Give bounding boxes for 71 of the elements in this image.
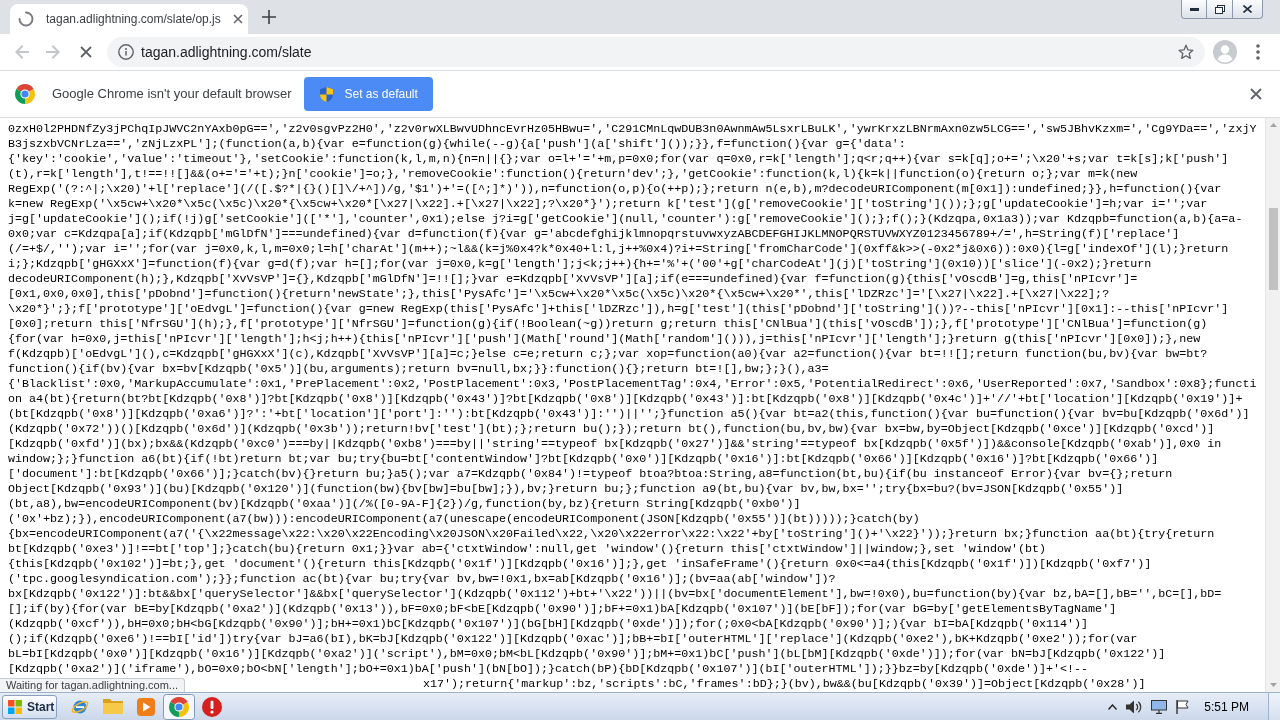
code-line: ();if(Kdzqpb('0xe6')!==bI['id'])try{var bJ=a6(bI),bK=bJ[Kdzqpb('0x122')][Kdzqpb('0xac')];bB+=bI['outerHTML']['replace'](Kdzqpb('0xe2'),bK+Kdzqpb('0xe2'));for(var	[8, 632, 1138, 647]
code-line: ('0x'+bz);}),encodeURIComponent(a7(bw))):encodeURIComponent(a7(unescape(encodeURIComponent(JSON[Kdzqpb('0x55')](bt)))));}catch(by)	[8, 512, 920, 527]
alert-icon[interactable]	[202, 696, 222, 717]
monitor-icon[interactable]	[1151, 699, 1168, 714]
code-line: on a4(bt){return(bt?bt[Kdzqpb('0x8')]?bt[Kdzqpb('0x8')][Kdzqpb('0x43')]?bt[Kdzqpb('0x8')][Kdzqpb('0x43')]:bt[Kdzqpb('0x8')][Kdzqpb('0x4c')]+'//'+bt['location'][Kdzqpb('0x19')]+	[8, 392, 1243, 407]
close-icon[interactable]	[1250, 88, 1262, 100]
code-line: 0zxH0l2PHDNfZy3jPChqIpJWVC2nYAxb0pG==','z2v0sgvPz2H0','z2v0rwXLBwvUDhncEvrHz05HBwu=','C291CMnLqwDUB3n0AwnmAw5LsxrLBuLK','ywrKrxzLBNrmAxn0zw5LCG==','sw5JBhvKzxm=','Cg9YDa==','zxjY	[8, 122, 1257, 137]
code-line: bL=bI[Kdzqpb('0x0')][Kdzqpb('0x16')][Kdzqpb('0xa2')]('script'),bM=0x0;bM<bL[Kdzqpb('0x90')];bM+=0x1)bC['push'](bL[bM][Kdzqpb('0xde')]);for(var bN=bJ[Kdzqpb('0x122')]	[8, 647, 1166, 662]
url-text: tagan.adlightning.com/slate	[141, 42, 312, 62]
code-line: [Kdzqpb('0xfd')](bx);bx&&(Kdzqpb('0xc0')===by||Kdzqpb('0xb8')===by||'string'==typeof bx[Kdzqpb('0x27')]&&'string'==typeof bx[Kdzqpb('0x5f')])&&console[Kdzqpb('0xab')],0x0 in	[8, 437, 1222, 452]
code-line: (bt,a8),bw=encodeURIComponent(bv)[Kdzqpb('0xaa')](/%([0-9A-F]{2})/g,function(by,bz){return String[Kdzqpb('0xb0')]	[8, 497, 801, 512]
code-line: {this[Kdzqpb('0x102')]=bt;},get 'document'(){return this[Kdzqpb('0x1f')][Kdzqpb('0x16')];},get 'inSafeFrame'(){return 0x0<=a4(this[Kdzqpb('0x1f')])[Kdzqpb('0xf7')]	[8, 557, 1152, 572]
info-icon[interactable]	[118, 44, 134, 60]
code-line: (t),r=k['length'],t!==!![]&&(o+='='+t);}n['cookie']=o;},'removeCookie':function(){return'dev';},'getCookie':function(k,l){k=k||function(o){return o;};var m=k(new	[8, 167, 1138, 182]
code-line: {bx=encodeURIComponent(a7('{\x22message\x22:\x20\x22Encoding\x20JSON\x20Failed\x22,\x20\x22error\x22:\x22'+by['toString']()+'\x22}'));}return bx;}function aa(bt){try{return	[8, 527, 1215, 542]
code-line: Object[Kdzqpb('0x93')](bu)[Kdzqpb('0x120')](function(bw){bv[bw]=bu[bw];}),bv;}return bu;};function a9(bt,bu){var bv,bw,bx='';try{bx=bu?(bv=JSON[Kdzqpb('0x55')]	[8, 482, 1124, 497]
minimize-icon	[1189, 7, 1199, 11]
code-line: [0x0];return this['NfrSGU'](h);},f['prototype']['NfrSGU']=function(g){if(!Boolean(~g))return g;return this['CNlBua'](this['vOscdB']);},f['prototype']['CNlBua']=function(g)	[8, 317, 1208, 332]
code-line: j=g['updateCookie']();if(!j)g['setCookie'](['*'],'counter',0x1);else j?i=g['getCookie'](null,'counter'):g['removeCookie']();};f();}(Kdzqpa,0x1a3));var Kdzqpb=function(a,b){a=a-	[8, 212, 1243, 227]
code-line: {for(var h=0x0,j=this['nPIcvr']['length'];h<j;h++){this['nPIcvr']['push'](Math['round'](Math['random']())),j=this['nPIcvr']['length'];}return g(this['nPIcvr'][0x0]);},new	[8, 332, 1201, 347]
stop-icon[interactable]	[80, 46, 92, 58]
menu-icon[interactable]	[1256, 44, 1260, 60]
code-line: RegExp('(?:^|;\x20)'+l['replace'](/([.$?*|{}()[]\/+^])/g,'$1')+'=([^;]*)')),n=function(o,p){o(++p);};return n(e,b),m?decodeURIComponent(m[0x1]):undefined;}},h=function(){var	[8, 182, 1222, 197]
code-line: (Kdzqpb('0x72'))()[Kdzqpb('0x6d')](Kdzqpb('0x3b'));return!bv['test'](bt);};return bu();});return bt(),function(bu,bv,bw){var bx=bw,by=Object[Kdzqpb('0xce')][Kdzqpb('0xcd')]	[8, 422, 1215, 437]
flag-icon[interactable]	[1176, 699, 1190, 714]
browser-tab[interactable]: tagan.adlightning.com/slate/op.js	[10, 4, 248, 34]
code-line: (Kdzqpb('0xcf')),bH=0x0;bH<bG[Kdzqpb('0x90')];bH+=0x1)bC[Kdzqpb('0x107')](bG[bH][Kdzqpb('0xde')]);for(;0x0<bA[Kdzqpb('0x90')];){var bI=bA[Kdzqpb('0x114')]	[8, 617, 1089, 632]
code-line: decodeURIComponent(h);},Kdzqpb['XvVsVP']={},Kdzqpb['mGlDfN']=!![];}var e=Kdzqpb['XvVsVP'][a];if(e===undefined){var f=function(g){this['vOscdB']=g,this['nPIcvr']=	[8, 272, 1138, 287]
infobar-message: Google Chrome isn't your default browser	[52, 85, 292, 104]
restore-button[interactable]	[1207, 0, 1233, 19]
close-button[interactable]	[1233, 0, 1263, 19]
address-bar[interactable]: tagan.adlightning.com/slate	[107, 37, 1205, 67]
close-icon	[1243, 5, 1252, 13]
orbit-logo-icon[interactable]	[71, 699, 89, 714]
flag-logo-icon	[8, 699, 22, 714]
code-line: [0x1,0x0,0x0],this['pDobnd']=function(){return'newState';},this['PysAfc']='\x5cw+\x20*\x5c(\x5c)\x20*{\x5cw+\x20*',this['lDZRzc']='[\x27|\x22].+[\x27|\x22];?	[8, 287, 1110, 302]
status-bubble: Waiting for tagan.adlightning.com...	[0, 678, 186, 692]
speaker-icon[interactable]	[1126, 699, 1143, 714]
code-line: ('tpc.googlesyndication.com');}};function ac(bt){var bu;try{var bv,bw=!0x1,bx=ab[Kdzqpb('0x16')];(bv=aa(ab['window'])?	[8, 572, 836, 587]
plus-icon[interactable]	[262, 10, 276, 24]
code-line: (bt[Kdzqpb('0x8')][Kdzqpb('0xa6')]?':'+bt['location']['port']:''):bt[Kdzqpb('0x43')]:'')||'';}function a5(){var bt=a2(this,function(){var bu=function(){var bv=bu[Kdzqpb('0x6d')]	[8, 407, 1250, 422]
code-line: ['document']:bt[Kdzqpb('0x66')];}catch(bv){}return bu;}a5();var a7=Kdzqpb('0x84')!=typeof btoa?btoa:String,a8=function(bt,bu){if(bu instanceof Error){var bv={};return	[8, 467, 1173, 482]
caret-up-icon[interactable]	[1108, 703, 1118, 710]
code-line: k=new RegExp('\x5cw+\x20*\x5c(\x5c)\x20*{\x5cw+\x20*[\x27|\x22].+[\x27|\x22];?\x20*}');return k['test'](g['removeCookie']['toString']());};g['updateCookie']=h;var i='';var	[8, 197, 1208, 212]
start-button[interactable]: Start	[2, 694, 57, 719]
play-icon[interactable]	[137, 697, 155, 716]
scrollbar-thumb[interactable]	[1268, 208, 1278, 290]
browser-logo-icon[interactable]	[163, 693, 195, 720]
code-line: i;};Kdzqpb['gHGXxX']=function(f){var g=d(f);var h=[];for(var j=0x0,k=g['length'];j<k;j++){h+='%'+('00'+g['charCodeAt'](j)['toString'](0x10))['slice'](-0x2);}return	[8, 257, 1152, 272]
code-line: (/=+$/,'');var i='';for(var j=0x0,k,l,m=0x0;l=h['charAt'](m++);~l&&(k=j%0x4?k*0x40+l:l,j++%0x4)?i+=String['fromCharCode'](0xff&k>>(-0x2*j&0x6)):0x0){l=g['indexOf'](l);}return	[8, 242, 1229, 257]
restore-icon	[1214, 4, 1225, 14]
code-line: {'Blacklist':0x0,'MarkupAccumulate':0x1,'PrePlacement':0x2,'PostPlacement':0x3,'PostPlacementTag':0x4,'Error':0x5,'PotentialRedirect':0x6,'UserReported':0x7,'Sandbox':0x8};functi	[8, 377, 1257, 392]
close-icon[interactable]	[232, 14, 243, 24]
clock[interactable]: 5:51 PM	[1204, 697, 1249, 716]
code-line: f(Kdzqpb)['oEdvgL'](),c=Kdzqpb['gHGXxX'](c),Kdzqpb['XvVsVP'][a]=c;}else c=e;return c;};var xop=function(a0){var a2=function(){var bt=!![];return function(bu,bv){var bw=bt?	[8, 347, 1208, 362]
code-line: B3jszxbVCNrLza==','zNjLzxPL'];(function(a,b){var e=function(g){while(--g){a['push'](a['shift']());}},f=function(){var g={'data':	[8, 137, 906, 152]
code-line: \x20*}';};f['prototype']['oEdvgL']=function(){var g=new RegExp(this['PysAfc']+this['lDZRzc']),h=g['test'](this['pDobnd']['toString']())?--this['nPIcvr'][0x1]:--this['nPIcvr']	[8, 302, 1229, 317]
code-line: {'key':'cookie','value':'timeout'},'setCookie':function(k,l,m,n){n=n||{};var o=l+'='+m,p=0x0;for(var q=0x0,r=k['length'];q<r;q++){var s=k[q];o+=';\x20'+s;var t=k[s];k['push']	[8, 152, 1229, 167]
star-icon[interactable]	[1178, 44, 1194, 60]
code-line: 0x0;var c=Kdzqpa[a];if(Kdzqpb['mGlDfN']===undefined){var d=function(f){var g='abcdefghijklmnopqrstuvwxyzABCDEFGHIJKLMNOPQRSTUVWXYZ0123456789+/=',h=String(f)['replace']	[8, 227, 1180, 242]
code-line: window;};}function a6(bt){if(!bt)return bt;var bu;try{bu=bt['contentWindow']?bt[Kdzqpb('0x0')][Kdzqpb('0x16')]:bt[Kdzqpb('0x66')][Kdzqpb('0x16')]?bt[Kdzqpb('0x66')]	[8, 452, 1159, 467]
shield-icon	[320, 86, 334, 102]
code-line: bx[Kdzqpb('0x122')]:bt&&bx['querySelector']&&bx['querySelector'](Kdzqpb('0x112')+bt+'\x22'))||(bv=bx['documentElement'],bw=!0x0),bu=function(by){var bz,bA=[],bB='',bC=[],bD=	[8, 587, 1222, 602]
code-line: [];if(by){for(var bE=by[Kdzqpb('0xa2')](Kdzqpb('0x13')),bF=0x0;bF<bE[Kdzqpb('0x90')];bF+=0x1)bA[Kdzqpb('0x107')](bE[bF]);for(var bG=by['getElementsByTagName']	[8, 602, 1117, 617]
scrollbar[interactable]	[1265, 118, 1280, 692]
code-line: [Kdzqpb('0xa2')]('iframe'),bO=0x0;bO<bN['length'];bO+=0x1)bA['push'](bN[bO]);}catch(bP){bD[Kdzqpb('0x107')](bI['outerHTML']);}}bz=by[Kdzqpb('0xde')]+'<!--	[8, 662, 1089, 677]
browser-logo-icon	[15, 84, 35, 104]
minimize-button[interactable]	[1181, 0, 1207, 19]
code-line: bt[Kdzqpb('0xe3')]!==bt['top'];}catch(bu){return 0x1;}}var ab={'ctxtWindow':null,get 'window'(){return this['ctxtWindow']||window;},set 'window'(bt)	[8, 542, 1047, 557]
code-line: function(){if(bv){var bx=bv[Kdzqpb('0x5')](bu,arguments);return bv=null,bx;}}:function(){};return bt=![],bw;};}(),a3=	[8, 362, 829, 377]
code-line: x17');return{'markup':bz,'scripts':bC,'frames':bD};}(bv),bw&&(bu[Kdzqpb('0x39')]=Object[Kdzqpb('0x28')]	[423, 677, 1146, 692]
